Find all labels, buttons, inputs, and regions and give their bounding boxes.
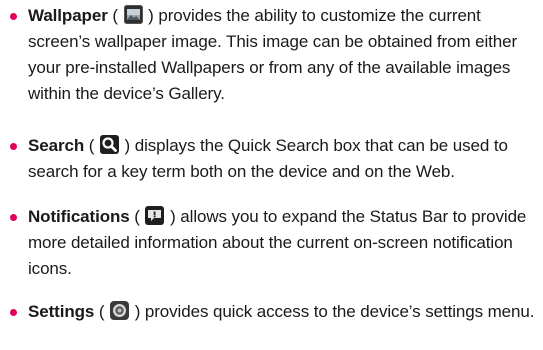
bullet-dot — [10, 309, 17, 316]
paren-open: ( — [84, 136, 99, 155]
wallpaper-bullet-item: Wallpaper ( ) provides the ability to cu… — [10, 3, 540, 107]
paren-close: ) — [143, 6, 159, 25]
bullet-description: provides quick access to the device’s se… — [144, 302, 535, 321]
paren-close: ) — [130, 302, 145, 321]
search-icon — [99, 135, 119, 154]
search-bullet-item: Search ( ) displays the Quick Search box… — [10, 133, 540, 185]
paren-open: ( — [129, 207, 145, 226]
term-settings: Settings — [28, 302, 95, 321]
bullet-text: Settings ( ) provides quick access to th… — [28, 299, 540, 325]
paren-open: ( — [107, 6, 123, 25]
bullet-text: Search ( ) displays the Quick Search box… — [28, 133, 540, 185]
term-wallpaper: Wallpaper — [28, 6, 108, 25]
term-notifications: Notifications — [28, 207, 130, 226]
paren-open: ( — [94, 302, 110, 321]
notification-icon — [145, 206, 165, 225]
paren-close: ) — [119, 136, 135, 155]
bullet-dot — [10, 143, 17, 150]
bullet-dot — [10, 13, 17, 20]
bullet-text: Notifications ( ) allows you to expand t… — [28, 204, 540, 282]
settings-icon — [110, 301, 130, 320]
wallpaper-icon — [123, 5, 143, 24]
bullet-dot — [10, 214, 17, 221]
bullet-text: Wallpaper ( ) provides the ability to cu… — [28, 3, 540, 107]
notifications-bullet-item: Notifications ( ) allows you to expand t… — [10, 204, 540, 282]
settings-bullet-item: Settings ( ) provides quick access to th… — [10, 299, 540, 325]
paren-close: ) — [165, 207, 181, 226]
term-search: Search — [28, 136, 85, 155]
manual-page: Wallpaper ( ) provides the ability to cu… — [0, 0, 543, 350]
